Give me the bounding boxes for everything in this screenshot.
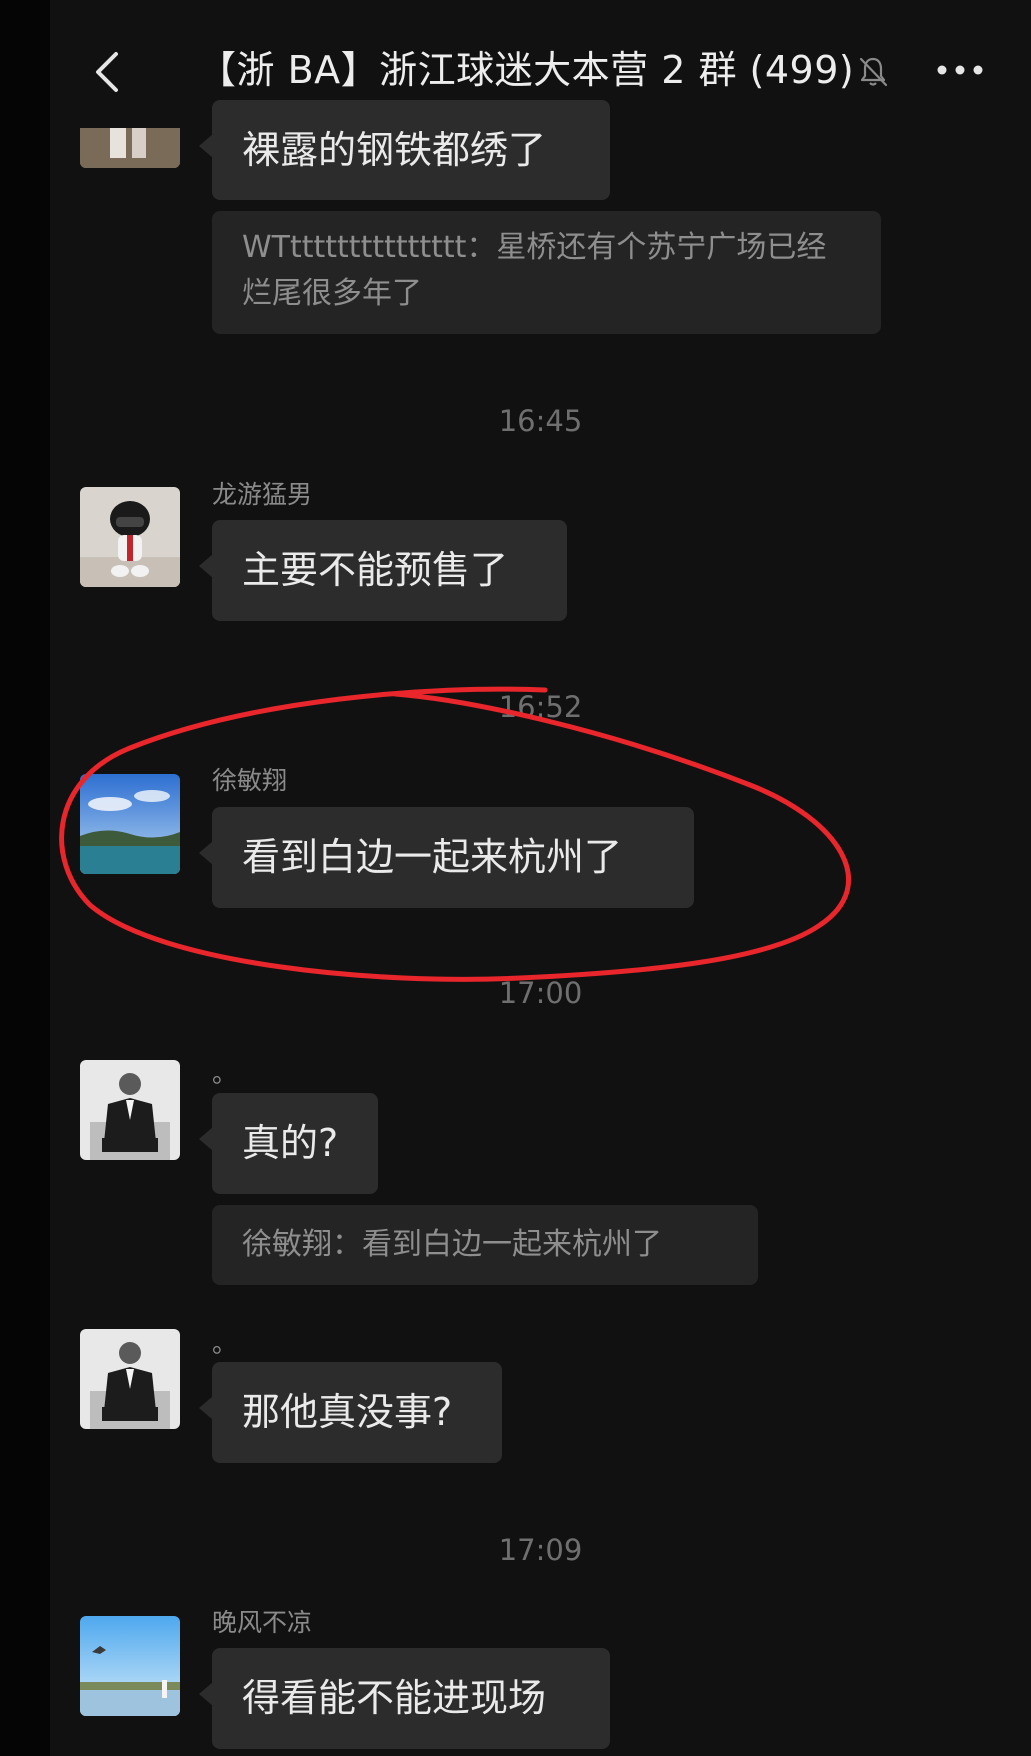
avatar[interactable] [80,774,180,874]
avatar[interactable] [80,1329,180,1429]
avatar[interactable] [80,1060,180,1160]
quoted-message[interactable]: 徐敏翔：看到白边一起来杭州了 [212,1205,758,1285]
avatar[interactable] [80,487,180,587]
message-bubble[interactable]: 真的? [199,1093,378,1194]
sender-name: 。 [212,1059,238,1088]
timestamp: 17:09 [498,1533,583,1567]
chevron-left-icon [96,52,118,92]
bell-muted-icon [856,54,890,88]
ellipsis-icon [937,65,983,75]
sender-name: 龙游猛男 [212,480,313,509]
more-options-button[interactable] [930,56,990,84]
message-bubble[interactable]: 主要不能预售了 [199,520,567,621]
quoted-message[interactable]: WTttttttttttttttt：星桥还有个苏宁广场已经烂尾很多年了 [212,211,881,334]
message-bubble[interactable]: 看到白边一起来杭州了 [199,807,694,908]
sender-name: 晚风不凉 [212,1608,313,1637]
timestamp: 16:45 [498,404,583,438]
message-bubble[interactable]: 那他真没事? [199,1362,502,1463]
back-button[interactable] [88,48,128,96]
chat-title: 【浙 BA】浙江球迷大本营 2 群 (499) [198,48,855,92]
message-bubble[interactable]: 得看能不能进现场 [199,1648,610,1749]
sender-name: 。 [212,1329,238,1358]
sender-name: 徐敏翔 [212,766,288,795]
avatar[interactable] [80,1616,180,1716]
message-bubble[interactable]: 裸露的钢铁都绣了 [199,100,610,200]
timestamp: 17:00 [498,976,583,1010]
timestamp: 16:52 [498,690,583,724]
chat-screen: 【浙 BA】浙江球迷大本营 2 群 (499) 裸露的钢铁都绣了 WTttttt… [50,0,1031,1756]
screen-edge [0,0,50,1756]
